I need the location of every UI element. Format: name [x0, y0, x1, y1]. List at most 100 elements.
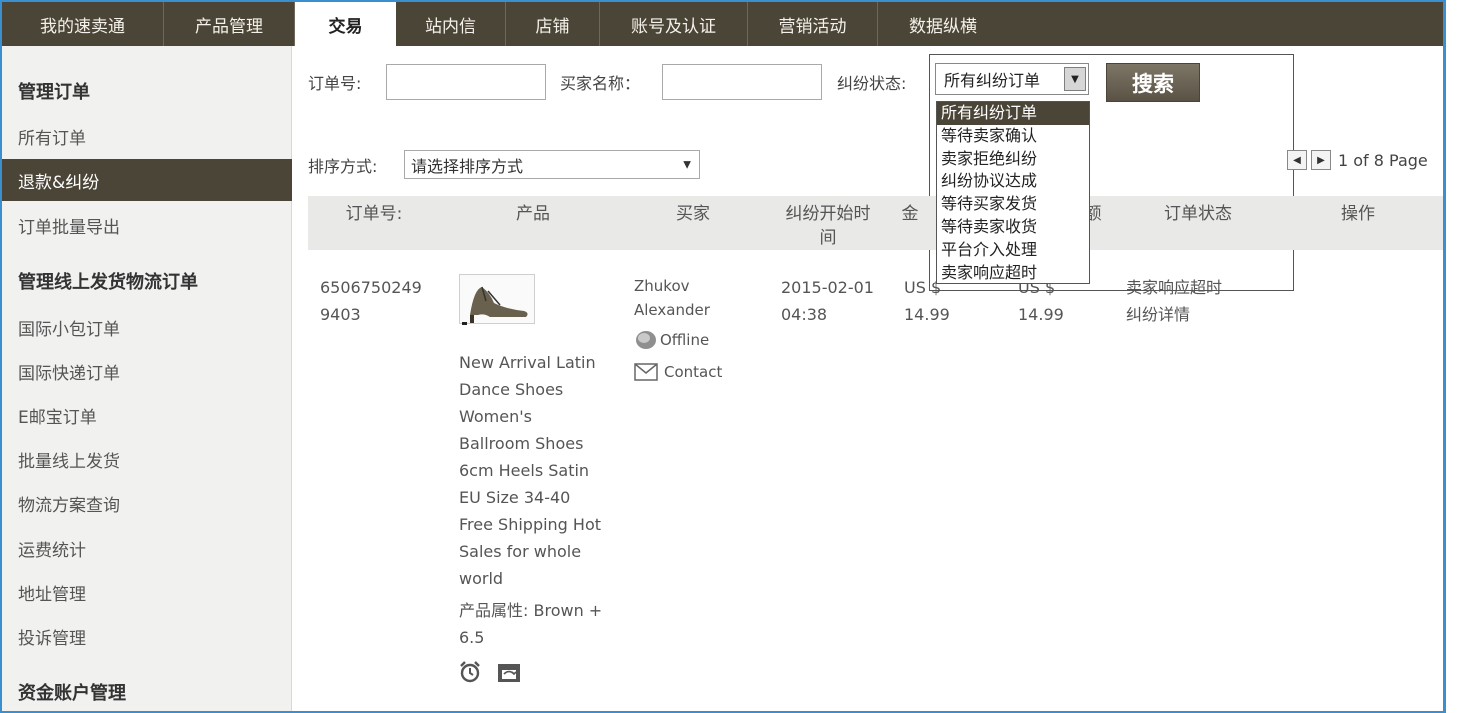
col-order-status: 订单状态	[1164, 204, 1232, 224]
col-start-time-line1: 纠纷开始时	[785, 204, 871, 224]
sidebar-item-all-orders[interactable]: 所有订单	[2, 117, 292, 155]
sidebar-heading-funds: 资金账户管理	[18, 683, 126, 704]
sidebar: 管理订单 所有订单 退款&纠纷 订单批量导出 管理线上发货物流订单 国际小包订单…	[2, 46, 292, 711]
sidebar-item-batch-ship[interactable]: 批量线上发货	[2, 440, 292, 478]
col-buyer: 买家	[676, 204, 710, 224]
sort-select-value: 请选择排序方式	[411, 156, 524, 176]
order-status-cell: 卖家响应超时 纠纷详情	[1126, 274, 1222, 328]
order-no-label: 订单号:	[308, 74, 362, 93]
sidebar-item-epacket[interactable]: E邮宝订单	[2, 396, 292, 434]
buyer-name-line1[interactable]: Zhukov	[634, 274, 722, 298]
time-line2: 04:38	[781, 305, 828, 324]
product-icon-row	[458, 660, 522, 684]
pager: ◀ ▶ 1 of 8 Page	[1287, 150, 1428, 170]
status-option-platform-intervene[interactable]: 平台介入处理	[937, 239, 1089, 262]
sidebar-heading-logistics: 管理线上发货物流订单	[18, 272, 198, 293]
status-option-await-seller-receive[interactable]: 等待卖家收货	[937, 216, 1089, 239]
order-no-input[interactable]	[386, 64, 546, 100]
product-thumbnail[interactable]	[459, 274, 535, 325]
product-title-line: Ballroom Shoes	[459, 434, 584, 453]
next-page-icon[interactable]: ▶	[1311, 150, 1331, 170]
status-option-agreement-reached[interactable]: 纠纷协议达成	[937, 170, 1089, 193]
dispute-status-dropdown: 所有纠纷订单 等待卖家确认 卖家拒绝纠纷 纠纷协议达成 等待买家发货 等待卖家收…	[936, 101, 1090, 284]
product-title-line: Sales for whole	[459, 542, 582, 561]
dispute-status-value: 所有纠纷订单	[944, 71, 1041, 90]
calendar-icon[interactable]	[496, 660, 522, 684]
product-title[interactable]: New Arrival Latin Dance Shoes Women's Ba…	[459, 349, 624, 592]
main-content: 订单号: 买家名称： 纠纷状态: 所有纠纷订单 ▼ 搜索 排序方式: 请选择排序…	[292, 46, 1443, 711]
tab-transactions[interactable]: 交易	[295, 2, 396, 46]
tab-my-aliexpress[interactable]: 我的速卖通	[2, 2, 164, 46]
online-status: Offline	[634, 328, 722, 352]
sidebar-item-refund-dispute[interactable]: 退款&纠纷	[2, 159, 292, 201]
order-no-line1: 6506750249	[320, 278, 422, 297]
online-status-text: Offline	[660, 331, 710, 349]
col-start-time: 纠纷开始时 间	[768, 202, 888, 250]
attr-value-2: 6.5	[459, 628, 485, 647]
dispute-status-label: 纠纷状态:	[837, 74, 907, 93]
tab-account[interactable]: 账号及认证	[600, 2, 748, 46]
status-option-await-seller-confirm[interactable]: 等待卖家确认	[937, 125, 1089, 148]
sidebar-item-batch-export[interactable]: 订单批量导出	[2, 206, 292, 244]
sidebar-item-complaints[interactable]: 投诉管理	[2, 617, 292, 655]
sidebar-heading-orders: 管理订单	[18, 82, 90, 103]
product-title-line: Free Shipping Hot	[459, 515, 602, 534]
product-title-line: Dance Shoes	[459, 380, 564, 399]
order-no-line2: 9403	[320, 305, 361, 324]
product-title-line: EU Size 34-40	[459, 488, 571, 507]
product-attributes: 产品属性: Brown + 6.5	[459, 597, 624, 651]
tab-messages[interactable]: 站内信	[396, 2, 506, 46]
dispute-start-time: 2015-02-01 04:38	[781, 274, 874, 328]
col-start-time-line2: 间	[819, 228, 837, 248]
dispute-detail-link[interactable]: 纠纷详情	[1126, 301, 1222, 328]
sidebar-item-freight-stats[interactable]: 运费统计	[2, 529, 292, 567]
time-line1: 2015-02-01	[781, 278, 874, 297]
status-option-seller-rejected[interactable]: 卖家拒绝纠纷	[937, 148, 1089, 171]
shoe-image	[462, 286, 528, 325]
buyer-cell: Zhukov Alexander Offline Contact	[634, 274, 722, 384]
tab-marketing[interactable]: 营销活动	[748, 2, 878, 46]
col-action: 操作	[1341, 204, 1375, 224]
sidebar-item-small-parcel[interactable]: 国际小包订单	[2, 308, 292, 346]
sidebar-item-logistics-query[interactable]: 物流方案查询	[2, 484, 292, 522]
buyer-name-input[interactable]	[662, 64, 822, 100]
search-button[interactable]: 搜索	[1106, 63, 1200, 102]
sidebar-item-address[interactable]: 地址管理	[2, 573, 292, 611]
offline-status-icon	[636, 331, 656, 349]
status-option-all[interactable]: 所有纠纷订单	[937, 102, 1089, 125]
prev-page-icon[interactable]: ◀	[1287, 150, 1307, 170]
sort-select[interactable]: 请选择排序方式 ▼	[404, 150, 700, 179]
attr-label: 产品属性:	[459, 601, 529, 620]
sidebar-item-express[interactable]: 国际快递订单	[2, 352, 292, 390]
refund-line2: 14.99	[1018, 305, 1064, 324]
buyer-name-line2[interactable]: Alexander	[634, 298, 722, 322]
dropdown-arrow-icon[interactable]: ▼	[1064, 67, 1086, 91]
status-option-seller-timeout[interactable]: 卖家响应超时	[937, 262, 1089, 285]
col-amount: 金	[901, 204, 919, 224]
row-order-no: 6506750249 9403	[320, 274, 422, 328]
chevron-down-icon: ▼	[683, 159, 691, 170]
tab-store[interactable]: 店铺	[506, 2, 600, 46]
product-title-line: Women's	[459, 407, 532, 426]
product-title-line: world	[459, 569, 504, 588]
dispute-status-select[interactable]: 所有纠纷订单 ▼	[935, 63, 1089, 95]
order-status-text: 卖家响应超时	[1126, 278, 1223, 297]
envelope-icon	[634, 363, 658, 381]
product-title-line: 6cm Heels Satin	[459, 461, 590, 480]
col-order-no: 订单号:	[345, 204, 403, 224]
buyer-name-label: 买家名称：	[560, 74, 641, 93]
amount-line2: 14.99	[904, 305, 950, 324]
sort-label: 排序方式:	[308, 157, 378, 176]
product-title-line: New Arrival Latin	[459, 353, 596, 372]
top-nav: 我的速卖通 产品管理 交易 站内信 店铺 账号及认证 营销活动 数据纵横	[2, 2, 1443, 46]
alarm-clock-icon[interactable]	[458, 660, 482, 684]
app-frame: 我的速卖通 产品管理 交易 站内信 店铺 账号及认证 营销活动 数据纵横 管理订…	[0, 0, 1446, 713]
status-option-await-buyer-ship[interactable]: 等待买家发货	[937, 193, 1089, 216]
contact-link[interactable]: Contact	[634, 360, 722, 384]
page-indicator: 1 of 8 Page	[1338, 150, 1428, 170]
tab-data[interactable]: 数据纵横	[878, 2, 1008, 46]
tab-product-management[interactable]: 产品管理	[164, 2, 295, 46]
table-header: 订单号: 产品 买家 纠纷开始时 间 金 额 订单状态 操作	[308, 196, 1443, 250]
contact-label: Contact	[664, 363, 723, 381]
col-product: 产品	[516, 204, 550, 224]
